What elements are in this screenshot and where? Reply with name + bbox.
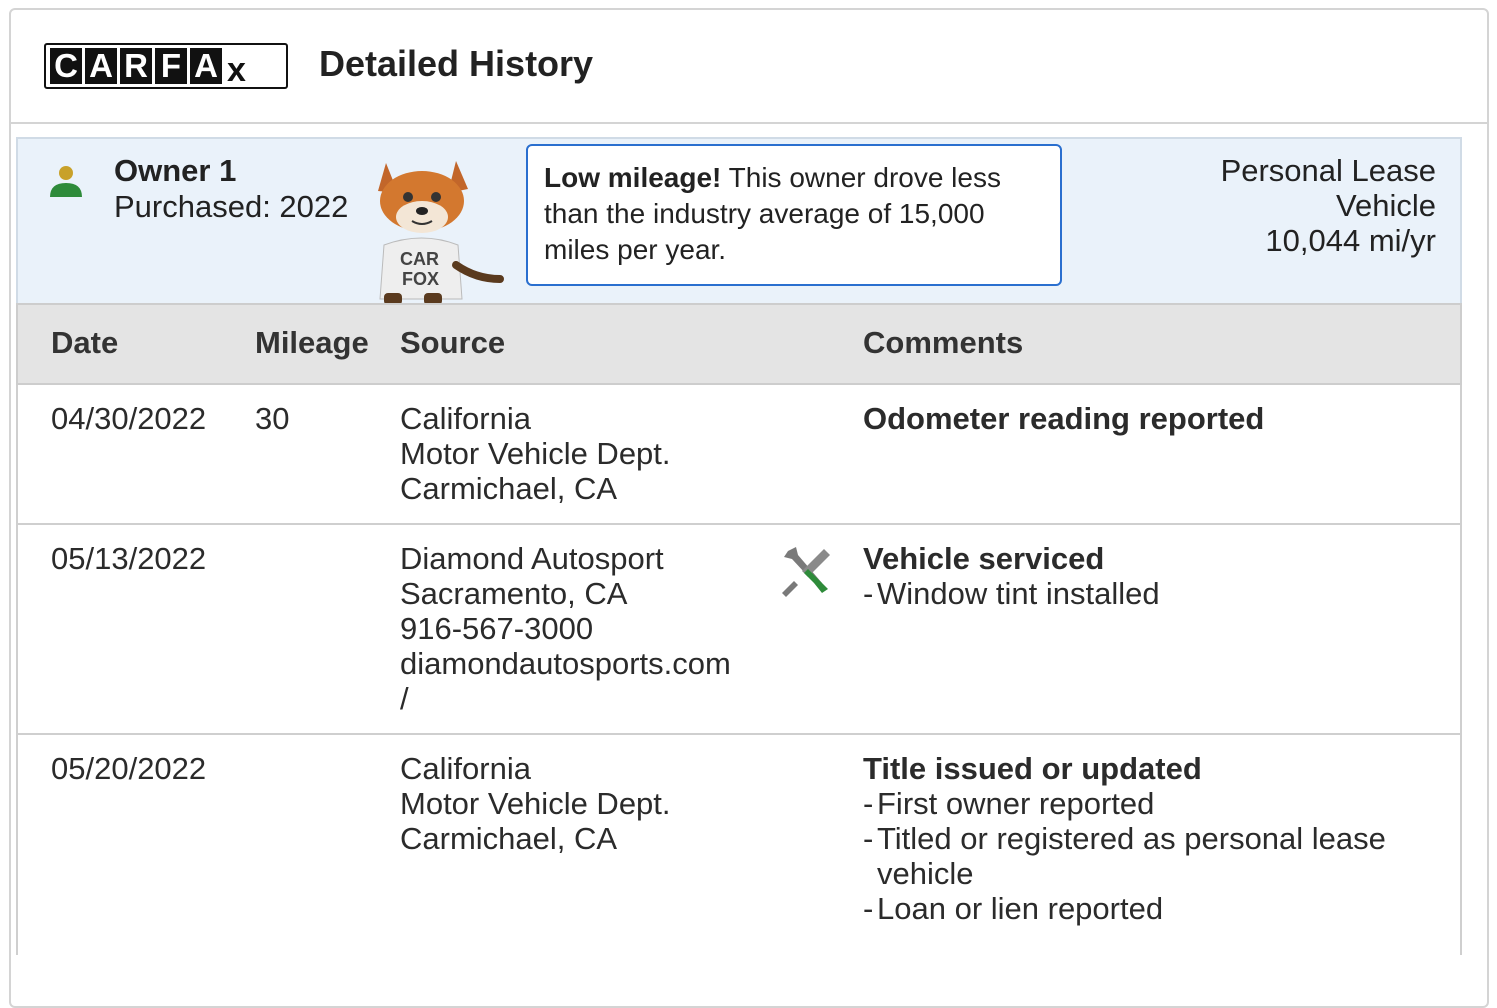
comment-title: Odometer reading reported xyxy=(863,401,1265,436)
callout-bold: Low mileage! xyxy=(544,162,722,193)
comment-item: - Titled or registered as personal lease … xyxy=(863,821,1443,891)
page-title: Detailed History xyxy=(319,43,594,84)
header-date: Date xyxy=(51,325,119,360)
row-date: 05/13/2022 xyxy=(51,541,207,576)
logo-letter: C xyxy=(50,47,82,84)
source-line: Carmichael, CA xyxy=(400,821,618,856)
source-line: Diamond Autosport xyxy=(400,541,664,576)
source-line: Sacramento, CA xyxy=(400,576,628,611)
table-row: 05/20/2022 California Motor Vehicle Dept… xyxy=(16,735,1462,955)
comment-item-text: Window tint installed xyxy=(877,576,1160,611)
row-comments: Odometer reading reported xyxy=(863,401,1443,436)
carfox-mascot-icon: CAR FOX xyxy=(378,161,504,305)
source-line: 916-567-3000 xyxy=(400,611,594,646)
source-link[interactable]: diamondautosports.com xyxy=(400,646,731,681)
header-comments: Comments xyxy=(863,325,1024,360)
source-line: / xyxy=(400,681,409,716)
row-source: California Motor Vehicle Dept. Carmichae… xyxy=(400,401,671,506)
source-line: California xyxy=(400,751,531,786)
owner-purchased: Purchased: 2022 xyxy=(114,189,349,224)
owner-name: Owner 1 xyxy=(114,153,237,188)
comment-item-text: Loan or lien reported xyxy=(877,891,1164,926)
logo-letter: A xyxy=(190,47,222,84)
comment-item: - First owner reported xyxy=(863,786,1155,821)
comment-title: Title issued or updated xyxy=(863,751,1202,786)
source-line: California xyxy=(400,401,531,436)
table-row: 04/30/2022 30 California Motor Vehicle D… xyxy=(16,385,1462,525)
logo-letter: R xyxy=(120,47,152,84)
mileage-per-year: 10,044 mi/yr xyxy=(1265,223,1436,258)
table-header: Date Mileage Source Comments xyxy=(16,303,1462,385)
source-line: Motor Vehicle Dept. xyxy=(400,436,671,471)
row-comments: Title issued or updated - First owner rep… xyxy=(863,751,1443,926)
low-mileage-callout: Low mileage! This owner drove less than … xyxy=(526,144,1062,286)
logo-x: x xyxy=(227,50,246,89)
row-date: 04/30/2022 xyxy=(51,401,207,436)
svg-text:FOX: FOX xyxy=(402,269,439,289)
row-date: 05/20/2022 xyxy=(51,751,207,786)
person-icon xyxy=(50,166,82,197)
svg-text:CAR: CAR xyxy=(400,249,439,269)
source-line: Carmichael, CA xyxy=(400,471,618,506)
logo-letter: F xyxy=(155,47,187,84)
tools-icon xyxy=(782,547,830,597)
comment-title: Vehicle serviced xyxy=(863,541,1105,576)
owner-panel: Owner 1 Purchased: 2022 CAR FOX Low mile… xyxy=(16,137,1462,305)
lease-type-line2: Vehicle xyxy=(1336,188,1436,223)
header-source: Source xyxy=(400,325,506,360)
lease-type-line1: Personal Lease xyxy=(1220,153,1436,188)
comment-item-text: Titled or registered as personal lease v… xyxy=(877,821,1386,891)
comment-item: - Loan or lien reported xyxy=(863,891,1164,926)
header-mileage: Mileage xyxy=(255,325,369,360)
source-line: Motor Vehicle Dept. xyxy=(400,786,671,821)
lease-info: Personal Lease Vehicle 10,044 mi/yr xyxy=(1221,153,1436,258)
logo-letter: A xyxy=(85,47,117,84)
row-comments: Vehicle serviced - Window tint installed xyxy=(863,541,1443,611)
carfax-logo: C A R F A x xyxy=(44,43,288,89)
table-row: 05/13/2022 Diamond Autosport Sacramento,… xyxy=(16,525,1462,735)
row-source: Diamond Autosport Sacramento, CA 916-567… xyxy=(400,541,731,716)
row-source: California Motor Vehicle Dept. Carmichae… xyxy=(400,751,671,856)
comment-item-text: First owner reported xyxy=(877,786,1155,821)
card-header: C A R F A x Detailed History xyxy=(11,10,1487,124)
row-mileage: 30 xyxy=(255,401,290,436)
comment-item: - Window tint installed xyxy=(863,576,1160,611)
history-table: Date Mileage Source Comments 04/30/2022 … xyxy=(16,303,1462,955)
